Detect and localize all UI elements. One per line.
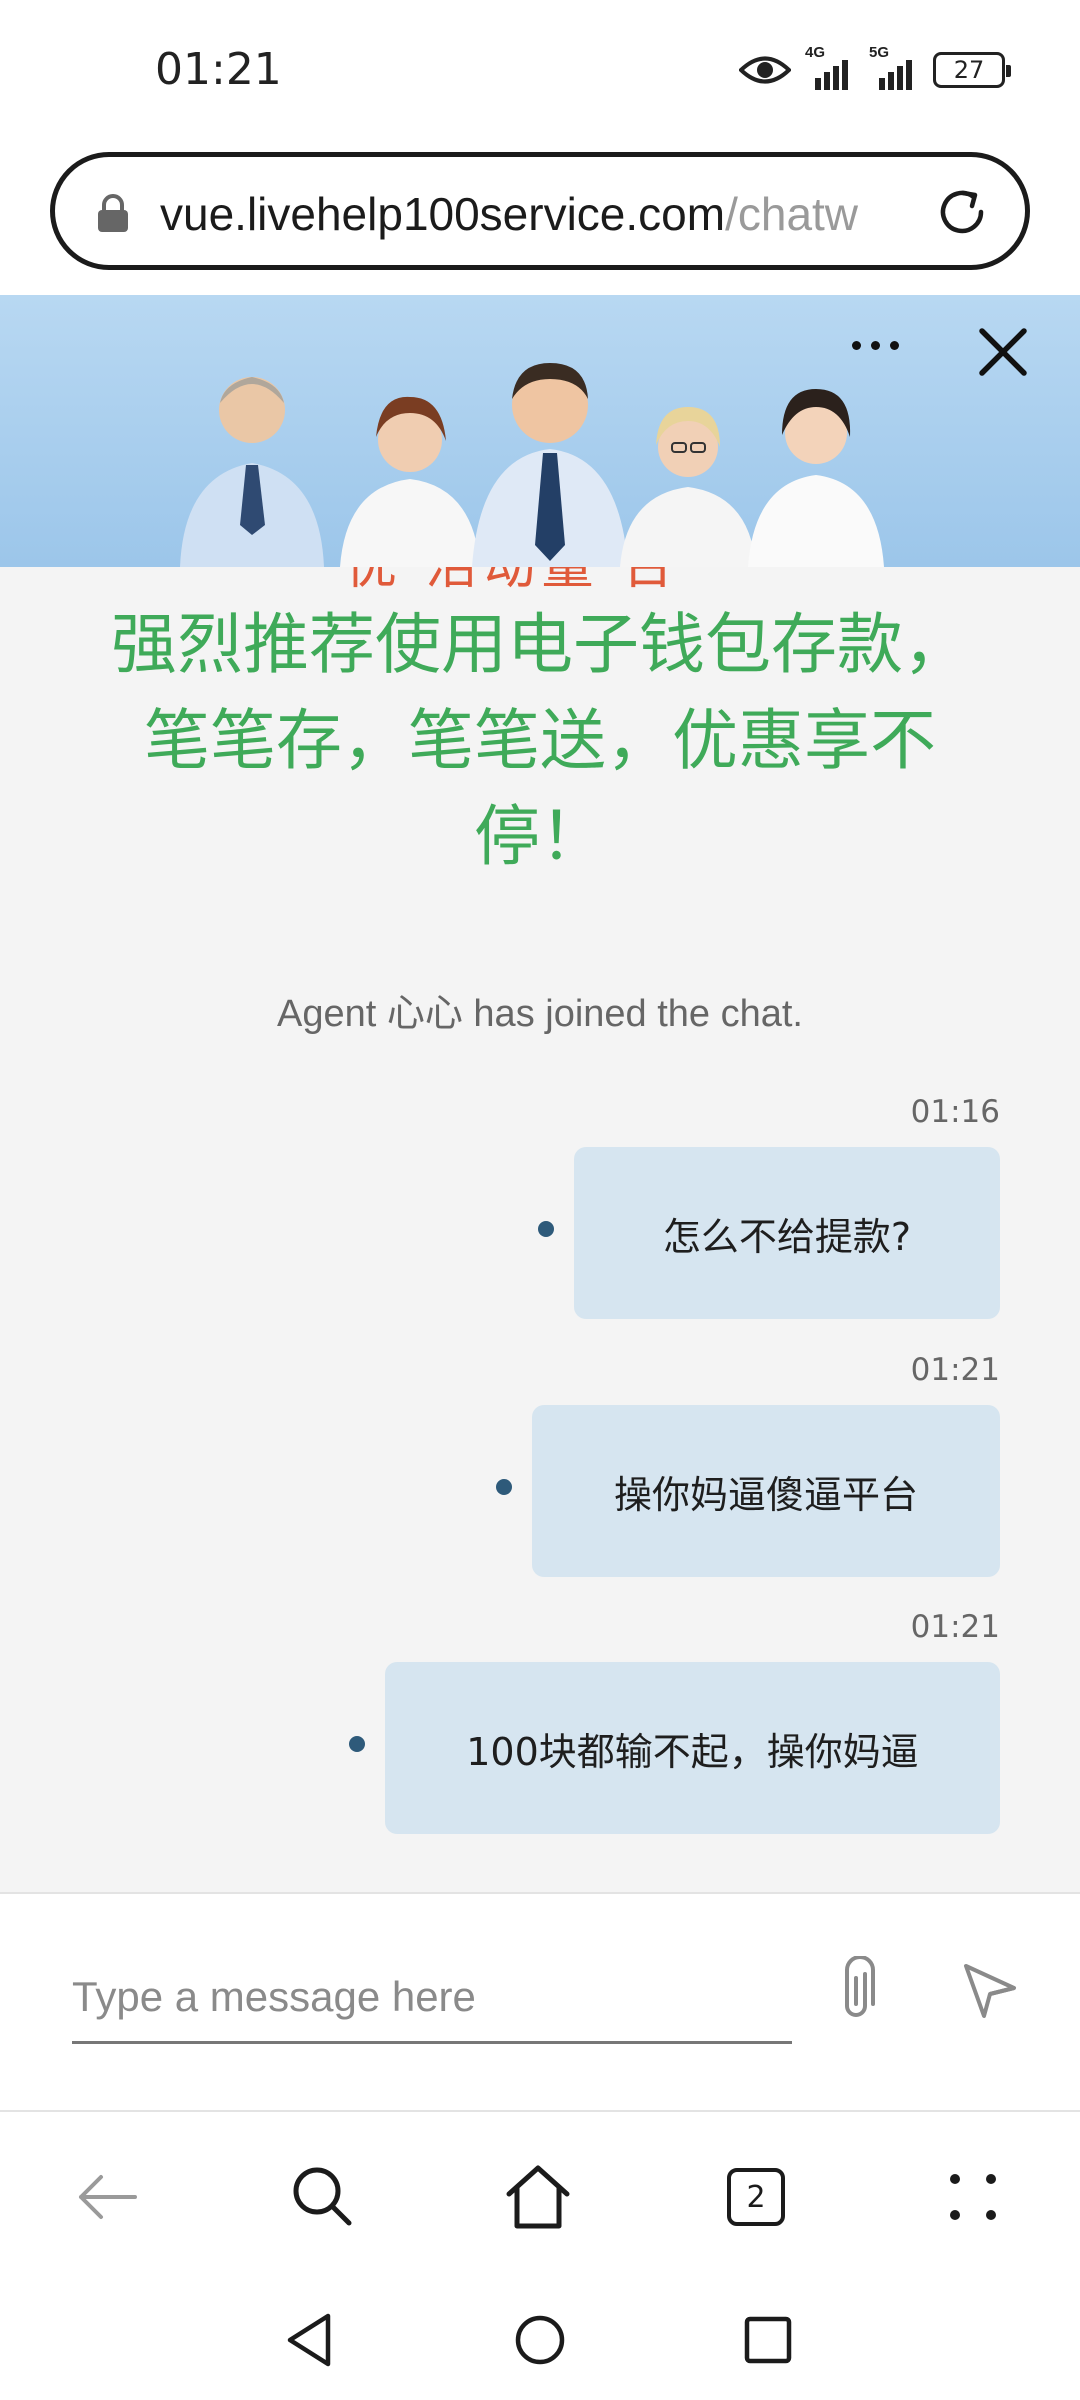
back-arrow-icon <box>79 2175 137 2219</box>
message-time: 01:16 <box>910 1094 1000 1130</box>
system-note: Agent 心心 has joined the chat. <box>277 993 803 1035</box>
message-bubble: 操你妈逼傻逼平台 <box>532 1405 1000 1577</box>
close-icon[interactable] <box>974 323 1032 381</box>
promo-cut-text: 优 活动量 台 <box>345 567 680 598</box>
reload-icon[interactable] <box>933 183 991 241</box>
status-bar: 01:21 4G 5G 27 <box>0 0 1080 140</box>
url-host: vue.livehelp100service.com <box>160 188 726 240</box>
battery-icon: 27 <box>933 52 1011 88</box>
message-status-dot <box>496 1479 512 1495</box>
search-icon <box>293 2167 352 2226</box>
menu-dots-icon <box>950 2174 996 2220</box>
team-photo-banner <box>180 363 884 567</box>
home-icon <box>506 2165 570 2229</box>
status-icons: 4G 5G 27 <box>739 44 1011 90</box>
browser-toolbar: 2 <box>0 2112 1080 2280</box>
home-button[interactable] <box>503 2162 573 2232</box>
menu-button[interactable] <box>938 2162 1008 2232</box>
promo-text: 强烈推荐使用电子钱包存款，笔笔存，笔笔送，优惠享不停！ <box>111 606 969 875</box>
message-input[interactable] <box>72 1952 792 2044</box>
lock-icon <box>98 194 128 232</box>
chat-header <box>0 295 1080 567</box>
message-time: 01:21 <box>910 1609 1000 1645</box>
url-text[interactable]: vue.livehelp100service.com/chatw <box>160 187 950 241</box>
tab-count: 2 <box>727 2168 785 2226</box>
message-composer <box>0 1892 1080 2112</box>
message-status-dot <box>538 1221 554 1237</box>
signal-4g-label: 4G <box>805 44 826 61</box>
message-bubble: 怎么不给提款? <box>574 1147 1000 1319</box>
status-time: 01:21 <box>155 44 282 95</box>
message-time: 01:21 <box>910 1352 1000 1388</box>
url-path: /chatw <box>725 188 859 240</box>
nav-recents-icon[interactable] <box>738 2310 798 2370</box>
address-bar[interactable]: vue.livehelp100service.com/chatw <box>50 152 1030 270</box>
send-icon[interactable] <box>960 1960 1020 2020</box>
search-button[interactable] <box>288 2162 358 2232</box>
signal-4g-icon: 4G <box>805 44 855 90</box>
back-button[interactable] <box>72 2162 142 2232</box>
tabs-button[interactable]: 2 <box>721 2162 791 2232</box>
chat-transcript[interactable]: 优 活动量 台 强烈推荐使用电子钱包存款，笔笔存，笔笔送，优惠享不停！ Agen… <box>0 567 1080 1892</box>
paperclip-icon[interactable] <box>832 1956 882 2026</box>
signal-5g-label: 5G <box>869 44 890 61</box>
more-icon[interactable] <box>852 333 912 357</box>
nav-home-icon[interactable] <box>510 2310 570 2370</box>
message-status-dot <box>349 1736 365 1752</box>
message-bubble: 100块都输不起，操你妈逼 <box>385 1662 1000 1834</box>
system-nav-bar <box>0 2280 1080 2400</box>
eye-icon <box>739 56 791 84</box>
nav-back-icon[interactable] <box>280 2310 340 2370</box>
signal-5g-icon: 5G <box>869 44 919 90</box>
